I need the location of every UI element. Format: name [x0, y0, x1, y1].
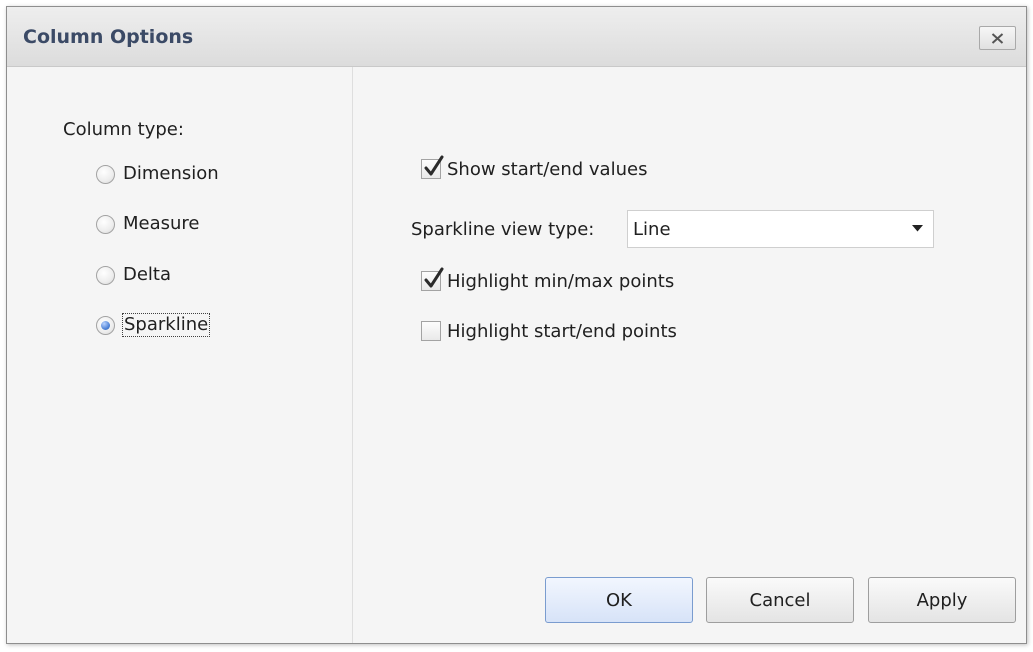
radio-dimension[interactable]: Dimension [96, 161, 219, 187]
sparkline-view-type-label: Sparkline view type: [411, 219, 595, 240]
radio-sparkline[interactable]: Sparkline [96, 312, 211, 338]
checkbox-label: Highlight start/end points [447, 320, 677, 342]
column-type-label: Column type: [63, 119, 184, 140]
close-button[interactable] [979, 26, 1016, 50]
radio-label: Delta [123, 264, 172, 285]
apply-button[interactable]: Apply [868, 577, 1016, 623]
radio-button[interactable] [96, 214, 115, 234]
radio-label: Sparkline [121, 313, 211, 337]
close-icon [991, 32, 1004, 44]
sparkline-view-type-select[interactable]: Line [627, 210, 934, 248]
radio-label: Measure [123, 213, 200, 234]
radio-button-selected[interactable] [96, 315, 115, 335]
check-icon [424, 267, 444, 288]
checkbox[interactable] [421, 321, 441, 341]
select-value: Line [633, 219, 671, 240]
highlight-min-max-checkbox[interactable]: Highlight min/max points [421, 267, 674, 295]
ok-button[interactable]: OK [545, 577, 693, 623]
checkbox[interactable] [421, 155, 444, 179]
column-options-dialog: Column Options Column type: Dimension Me… [6, 6, 1027, 644]
dialog-title: Column Options [23, 26, 194, 48]
radio-button[interactable] [96, 265, 115, 285]
sparkline-options-pane: Show start/end values Sparkline view typ… [353, 67, 1026, 643]
radio-label: Dimension [123, 163, 219, 184]
checkbox[interactable] [421, 267, 444, 291]
cancel-button[interactable]: Cancel [706, 577, 854, 623]
title-bar: Column Options [7, 7, 1026, 67]
radio-delta[interactable]: Delta [96, 262, 171, 288]
radio-button[interactable] [96, 164, 115, 184]
show-start-end-values-checkbox[interactable]: Show start/end values [421, 155, 647, 183]
chevron-down-icon [912, 225, 923, 232]
highlight-start-end-checkbox[interactable]: Highlight start/end points [421, 317, 677, 345]
checkbox-label: Highlight min/max points [447, 270, 675, 292]
radio-selected-dot [101, 320, 110, 330]
check-icon [424, 155, 444, 176]
checkbox-label: Show start/end values [447, 158, 648, 180]
radio-measure[interactable]: Measure [96, 211, 200, 237]
column-type-pane: Column type: Dimension Measure Delta Spa… [7, 67, 353, 643]
